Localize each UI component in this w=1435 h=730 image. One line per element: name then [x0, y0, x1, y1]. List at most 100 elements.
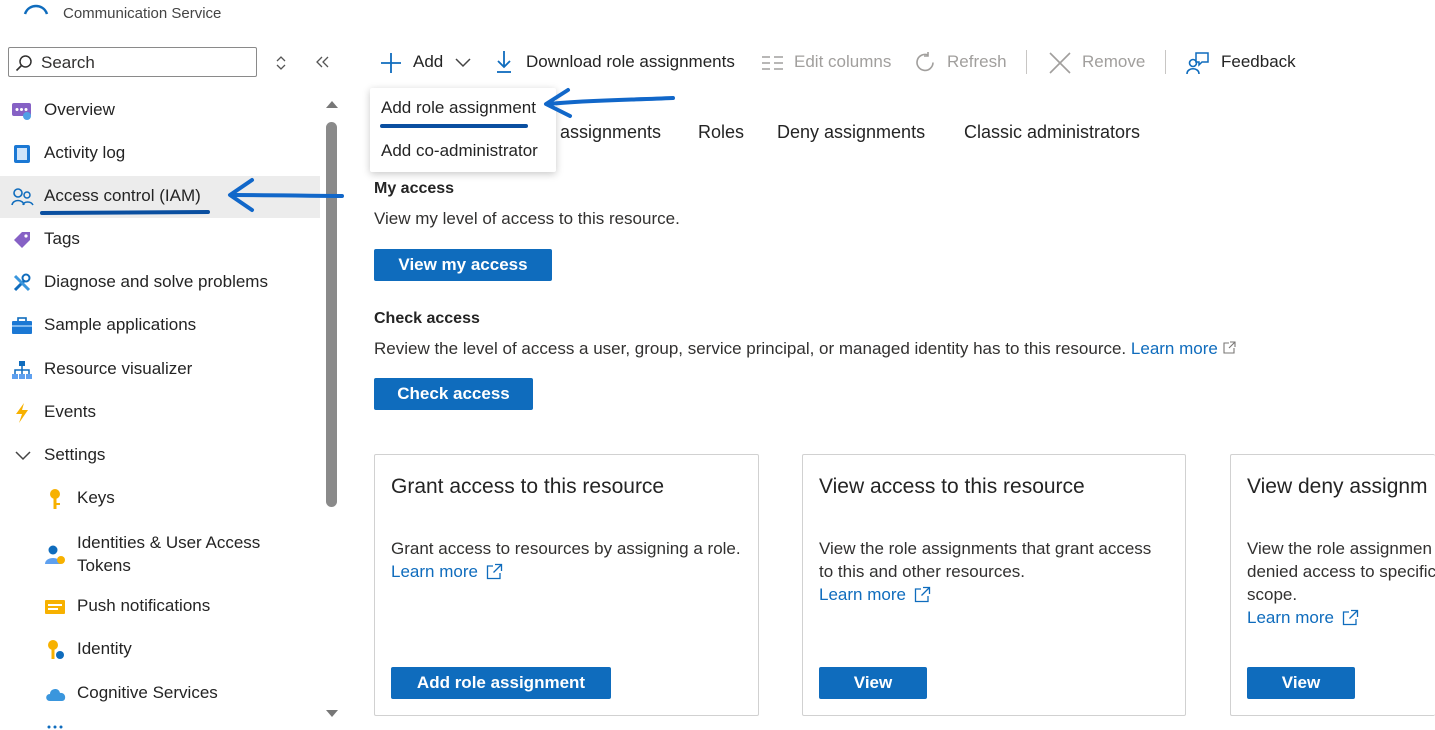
sidebar-item-label: Cognitive Services: [77, 683, 218, 702]
refresh-icon: [916, 52, 934, 72]
collapse-sidebar-icon[interactable]: [314, 55, 330, 69]
feedback-label: Feedback: [1221, 52, 1296, 71]
download-role-assignments-button[interactable]: Download role assignments: [494, 50, 744, 76]
sidebar-item-label: Resource visualizer: [44, 359, 193, 378]
tab-deny-assignments[interactable]: Deny assignments: [777, 122, 925, 143]
learn-more-link[interactable]: Learn more: [819, 585, 906, 604]
search-input[interactable]: Search: [8, 47, 257, 77]
sidebar-item-overview[interactable]: Overview: [0, 90, 320, 132]
sidebar-item-cognitive-services[interactable]: Cognitive Services: [0, 673, 320, 715]
edit-columns-button[interactable]: Edit columns: [762, 50, 897, 76]
push-notification-icon: [45, 600, 65, 614]
sidebar-item-identities-tokens[interactable]: Identities & User Access Tokens: [0, 526, 320, 584]
sidebar-item-label-line2: Tokens: [77, 556, 131, 575]
remove-button[interactable]: Remove: [1047, 50, 1147, 76]
check-access-button[interactable]: Check access: [374, 378, 533, 410]
download-icon: [497, 51, 511, 73]
cloud-icon: [46, 688, 66, 701]
view-deny-assignments-card: View deny assignm View the role assignme…: [1230, 454, 1435, 716]
download-label: Download role assignments: [526, 52, 735, 71]
card-description: View the role assignments that grant acc…: [819, 537, 1151, 606]
refresh-button[interactable]: Refresh: [914, 50, 1009, 76]
tab-classic-administrators[interactable]: Classic administrators: [964, 122, 1140, 143]
briefcase-icon: [12, 317, 32, 334]
sidebar-item-label: Events: [44, 402, 96, 421]
grant-access-card: Grant access to this resource Grant acce…: [374, 454, 759, 716]
sidebar-item-label: Activity log: [44, 143, 126, 162]
edit-columns-label: Edit columns: [794, 52, 892, 71]
card-description: Grant access to resources by assigning a…: [391, 537, 741, 583]
key-icon: [50, 489, 60, 509]
card-title: Grant access to this resource: [391, 475, 665, 498]
activity-log-icon: [14, 145, 30, 163]
card-title: View deny assignm: [1247, 475, 1428, 498]
identity-user-icon: [45, 545, 65, 564]
view-deny-button[interactable]: View: [1247, 667, 1355, 699]
sidebar-item-keys[interactable]: Keys: [0, 478, 320, 520]
user-icon: [23, 4, 49, 15]
hierarchy-icon: [12, 361, 32, 379]
learn-more-link[interactable]: Learn more: [391, 562, 478, 581]
card-description: View the role assignmen denied access to…: [1247, 537, 1435, 629]
sidebar-item-sample-applications[interactable]: Sample applications: [0, 305, 320, 347]
external-link-icon: [1342, 609, 1358, 626]
sidebar-item-label: Sample applications: [44, 315, 197, 334]
sidebar-item-settings[interactable]: Settings: [0, 435, 320, 477]
wrench-icon: [13, 273, 31, 292]
external-link-icon: [1223, 341, 1236, 354]
check-access-description: Review the level of access a user, group…: [374, 339, 1127, 358]
feedback-button[interactable]: Feedback: [1186, 50, 1301, 76]
refresh-label: Refresh: [947, 52, 1007, 71]
view-my-access-button[interactable]: View my access: [374, 249, 552, 281]
lightning-icon: [16, 403, 28, 423]
sidebar-item-tags[interactable]: Tags: [0, 219, 320, 261]
toolbar-divider: [1165, 50, 1166, 74]
my-access-description: View my level of access to this resource…: [374, 209, 680, 228]
scroll-up-icon[interactable]: [325, 99, 339, 109]
my-access-title: My access: [374, 180, 455, 197]
card-text-line: denied access to specific: [1247, 562, 1435, 581]
sidebar-item-events[interactable]: Events: [0, 392, 320, 434]
resource-type-subtitle: Communication Service: [63, 5, 222, 22]
add-button[interactable]: Add: [380, 50, 475, 76]
check-access-title: Check access: [374, 310, 480, 327]
sidebar-item-label: Keys: [77, 488, 115, 507]
sidebar-item-activity-log[interactable]: Activity log: [0, 133, 320, 175]
scroll-down-icon[interactable]: [325, 709, 339, 719]
card-text-line: Grant access to resources by assigning a…: [391, 539, 741, 558]
card-title: View access to this resource: [819, 475, 1085, 498]
close-icon: [1049, 52, 1071, 74]
annotation-arrow-access-control: [40, 178, 344, 215]
external-link-icon: [486, 563, 502, 580]
columns-icon: [762, 56, 783, 70]
view-access-button[interactable]: View: [819, 667, 927, 699]
card-text-line: to this and other resources.: [819, 562, 1026, 581]
tag-icon: [14, 232, 30, 248]
add-role-assignment-button[interactable]: Add role assignment: [391, 667, 611, 699]
access-control-icon: [11, 188, 34, 206]
sidebar-item-label: Identity: [77, 639, 132, 658]
search-placeholder: Search: [41, 53, 95, 72]
sidebar-item-label: Tags: [44, 229, 80, 248]
sidebar-item-label: Diagnose and solve problems: [44, 272, 268, 291]
search-icon: [15, 55, 32, 72]
add-label: Add: [413, 52, 444, 71]
tab-roles[interactable]: Roles: [698, 122, 744, 143]
sidebar-item-push-notifications[interactable]: Push notifications: [0, 586, 320, 628]
chevron-down-icon: [15, 451, 31, 461]
menu-item-add-co-administrator[interactable]: Add co-administrator: [381, 141, 538, 161]
learn-more-label: Learn more: [1130, 339, 1218, 358]
sidebar-item-resource-visualizer[interactable]: Resource visualizer: [0, 349, 320, 391]
learn-more-link[interactable]: Learn more: [1247, 608, 1334, 627]
external-link-icon: [914, 586, 930, 603]
learn-more-link[interactable]: Learn more: [1131, 339, 1218, 358]
sidebar-item-diagnose[interactable]: Diagnose and solve problems: [0, 262, 320, 304]
expand-collapse-icon[interactable]: [274, 55, 288, 71]
more-items-icon: [47, 725, 63, 729]
sidebar-item-identity[interactable]: Identity: [0, 629, 320, 671]
plus-icon: [381, 53, 401, 73]
chevron-down-icon: [455, 58, 471, 68]
sidebar-item-label: Settings: [44, 445, 106, 464]
overview-icon: [12, 103, 31, 120]
remove-label: Remove: [1082, 52, 1146, 71]
